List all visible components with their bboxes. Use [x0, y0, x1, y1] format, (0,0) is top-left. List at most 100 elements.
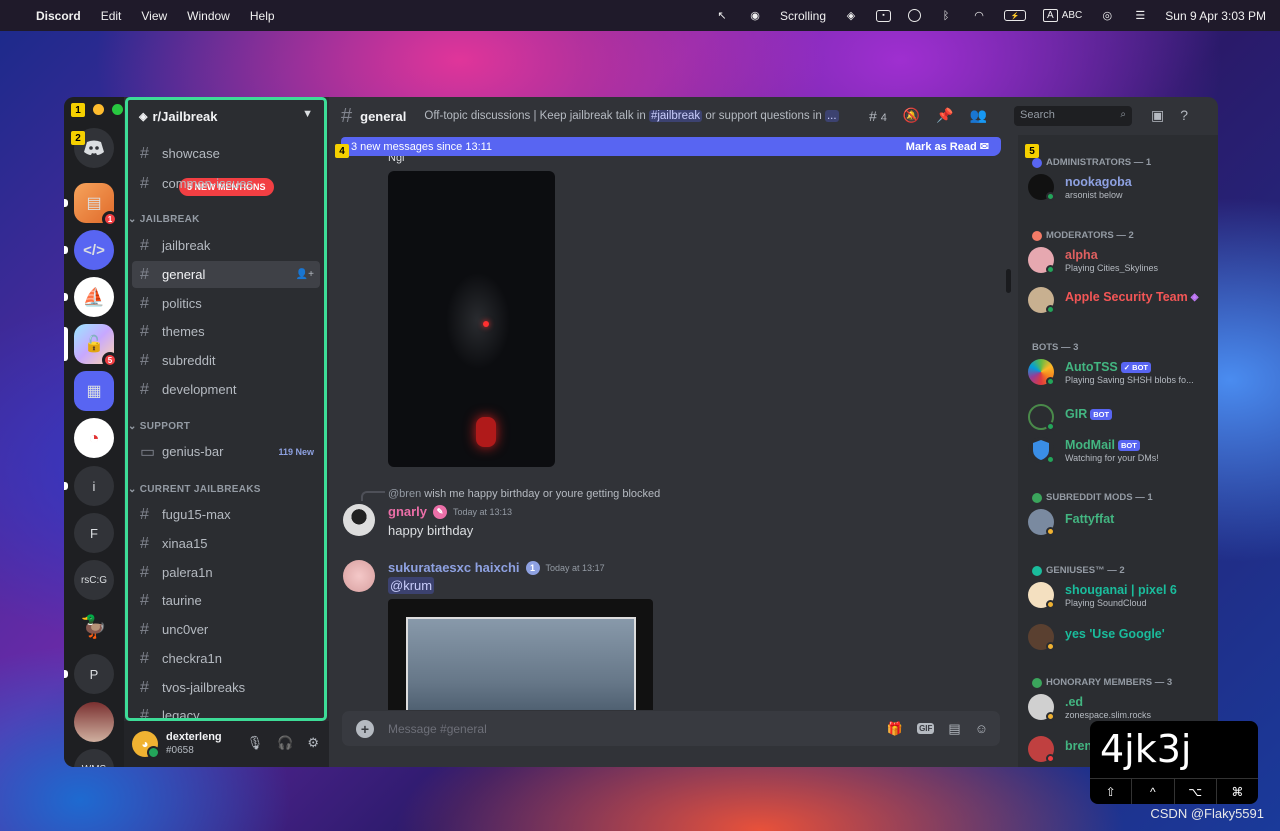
scrolling-status[interactable]: Scrolling [780, 9, 826, 23]
message-avatar[interactable] [343, 560, 375, 592]
siri-icon[interactable]: ◎ [1099, 9, 1115, 23]
input-source[interactable]: A ABC [1043, 9, 1082, 22]
channel-fugu15-max[interactable]: # fugu15-max [132, 501, 320, 528]
menu-window[interactable]: Window [187, 9, 230, 23]
menu-help[interactable]: Help [250, 9, 275, 23]
message-author[interactable]: gnarly [388, 504, 427, 519]
channel-showcase[interactable]: # showcase [132, 140, 320, 167]
record-icon[interactable]: ◉ [747, 9, 763, 23]
message-avatar[interactable] [343, 504, 375, 536]
member-name-text: Apple Security Team [1065, 290, 1188, 304]
member-item[interactable]: alpha Playing Cities_Skylines [1028, 243, 1213, 283]
gear-icon[interactable]: ⚙ [307, 735, 319, 751]
channel-development[interactable]: # development [132, 376, 320, 403]
gift-icon[interactable]: 🎁 [887, 721, 903, 737]
duck-server-icon[interactable]: 🦆 [74, 607, 114, 647]
channel-subreddit[interactable]: # subreddit [132, 347, 320, 374]
battery-icon[interactable]: ⚡ [1004, 10, 1027, 21]
server-stack-icon[interactable]: ▤ 1 [74, 183, 118, 227]
members-icon[interactable]: 👥 [970, 107, 987, 124]
member-item[interactable]: Fattyffat [1028, 505, 1213, 545]
hash-icon: # [140, 649, 149, 667]
message-composer[interactable]: + Message #general 🎁 GIF ▤ ☺ [342, 711, 1000, 746]
avatar-server-icon[interactable] [74, 702, 114, 742]
user-avatar[interactable]: ◕ [132, 731, 160, 759]
server-i[interactable]: i [74, 466, 114, 506]
member-item[interactable]: nookagoba arsonist below [1028, 170, 1213, 210]
category-support[interactable]: ⌄ SUPPORT [128, 421, 190, 432]
server-header[interactable]: ◈ r/Jailbreak ▼ [124, 97, 329, 135]
channel-checkra1n[interactable]: # checkra1n [132, 645, 320, 672]
server-wms[interactable]: WMS [74, 749, 114, 767]
category-jailbreak[interactable]: ⌄ JAILBREAK [128, 214, 200, 225]
circle-icon[interactable] [908, 9, 922, 22]
channel-general[interactable]: # general 👤+ [132, 261, 320, 288]
channel-xinaa15[interactable]: # xinaa15 [132, 530, 320, 557]
inbox-icon[interactable]: ▣ [1151, 107, 1164, 124]
macos-menubar: Discord Edit View Window Help ↖ ◉ Scroll… [0, 0, 1280, 31]
channel-genius-bar[interactable]: ▭ genius-bar 119 New [132, 438, 320, 465]
menu-edit[interactable]: Edit [101, 9, 122, 23]
channel-common-issues[interactable]: # common-issues [132, 170, 320, 197]
bluetooth-icon[interactable]: ᛒ [938, 9, 954, 23]
members-category: MODERATORS — 2 [1032, 230, 1134, 241]
topic-more[interactable]: ... [824, 110, 839, 122]
member-item[interactable]: ModMail BOT Watching for your DMs! [1028, 433, 1213, 473]
member-item[interactable]: yes 'Use Google' [1028, 620, 1213, 660]
message-author[interactable]: sukurataesxc haixchi [388, 560, 520, 575]
menu-app-name[interactable]: Discord [36, 9, 81, 23]
image-attachment[interactable] [388, 599, 653, 710]
category-current-jailbreaks[interactable]: ⌄ CURRENT JAILBREAKS [128, 484, 261, 495]
threads-icon[interactable]: # 4 [869, 108, 887, 124]
jailbreak-server-icon[interactable]: 🔓 5 [74, 324, 118, 368]
gif-button[interactable]: GIF [917, 723, 935, 734]
member-item[interactable]: shouganai | pixel 6 Playing SoundCloud [1028, 578, 1213, 618]
member-item[interactable]: AutoTSS ✓ BOT Playing Saving SHSH blobs f… [1028, 355, 1213, 395]
member-item[interactable]: Apple Security Team ◈ [1028, 283, 1213, 323]
reply-preview[interactable]: @bren wish me happy birthday or youre ge… [388, 488, 660, 500]
user-mention[interactable]: @krum [388, 577, 435, 594]
channel-taurine[interactable]: # taurine [132, 587, 320, 614]
channel-tvos-jailbreaks[interactable]: # tvos-jailbreaks [132, 674, 320, 701]
minimize-window-button[interactable] [93, 104, 104, 115]
microphone-icon[interactable]: 🎙 [247, 735, 264, 751]
sticker-icon[interactable]: ▤ [948, 721, 960, 737]
menu-view[interactable]: View [141, 9, 167, 23]
add-user-icon[interactable]: 👤+ [296, 269, 314, 280]
control-center-icon[interactable]: ☰ [1132, 9, 1148, 23]
server-p[interactable]: P [74, 654, 114, 694]
channel-palera1n[interactable]: # palera1n [132, 559, 320, 586]
channel-legacy[interactable]: # legacy [132, 702, 320, 722]
window-icon[interactable]: ▪ [876, 9, 892, 22]
video-attachment[interactable] [388, 171, 555, 467]
chevron-down-icon[interactable]: ▼ [302, 108, 313, 120]
scrollbar[interactable] [1006, 269, 1011, 293]
channel-politics[interactable]: # politics [132, 290, 320, 317]
server-f[interactable]: F [74, 513, 114, 553]
forum-icon: ▭ [140, 443, 156, 461]
channel-themes[interactable]: # themes [132, 318, 320, 345]
add-attachment-icon[interactable]: + [356, 719, 374, 738]
server-rscg[interactable]: rsC:G [74, 560, 114, 600]
headphones-icon[interactable]: 🎧 [277, 735, 293, 751]
search-input[interactable]: Search ⌕ [1014, 106, 1132, 126]
help-icon[interactable]: ? [1180, 107, 1188, 124]
cursor-app-icon[interactable]: ↖ [714, 9, 730, 23]
emoji-icon[interactable]: ☺ [975, 721, 988, 736]
calendar-server-icon[interactable]: ▦ [74, 371, 114, 411]
mark-as-read-button[interactable]: Mark as Read ✉ [906, 140, 989, 153]
pin-icon[interactable]: 📌 [936, 107, 953, 124]
clock[interactable]: Sun 9 Apr 3:03 PM [1165, 9, 1266, 23]
topic-channel-link[interactable]: #jailbreak [648, 110, 703, 122]
diamond-icon[interactable]: ◈ [843, 9, 859, 23]
channel-topic[interactable]: Off-topic discussions | Keep jailbreak t… [424, 110, 849, 122]
wifi-icon[interactable]: ◠ [971, 9, 987, 23]
timer-server-icon[interactable]: ◔ [74, 418, 114, 458]
code-server-icon[interactable]: </> [74, 230, 114, 270]
sailboat-server-icon[interactable]: ⛵ [74, 277, 114, 317]
zoom-window-button[interactable] [112, 104, 123, 115]
channel-jailbreak[interactable]: # jailbreak [132, 232, 320, 259]
new-messages-banner[interactable]: 3 new messages since 13:11 Mark as Read … [341, 137, 1001, 156]
mute-bell-icon[interactable]: 🔕 [903, 107, 920, 124]
channel-unc0ver[interactable]: # unc0ver [132, 616, 320, 643]
